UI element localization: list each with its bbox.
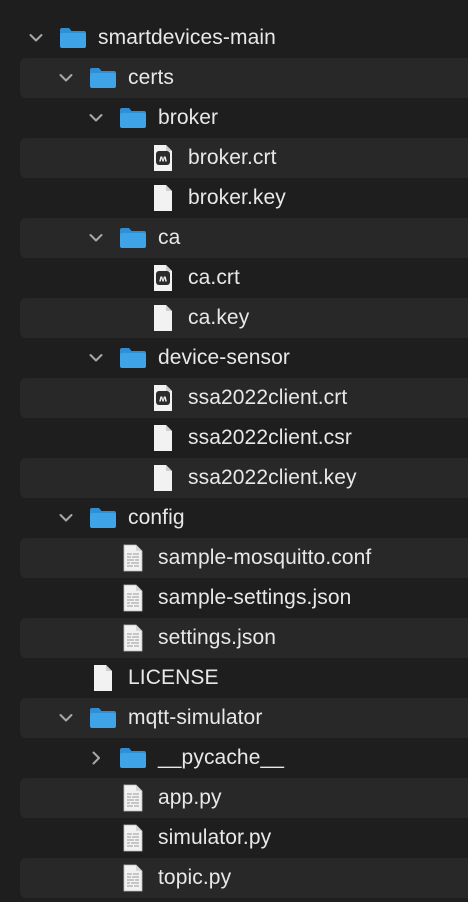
tree-file-row[interactable]: app.py	[0, 778, 468, 818]
certificate-icon: ʍ	[148, 263, 178, 293]
document-icon	[148, 423, 178, 453]
tree-file-row[interactable]: ʍ ca.crt	[0, 258, 468, 298]
tree-item-label: simulator.py	[158, 826, 272, 849]
text-file-icon	[118, 863, 148, 893]
chevron-down-icon[interactable]	[88, 110, 104, 126]
chevron-down-icon[interactable]	[58, 70, 74, 86]
folder-icon	[118, 103, 148, 133]
folder-icon	[88, 63, 118, 93]
certificate-icon: ʍ	[148, 383, 178, 413]
tree-folder-row[interactable]: mqtt-simulator	[0, 698, 468, 738]
chevron-down-icon[interactable]	[88, 350, 104, 366]
tree-file-row[interactable]: ssa2022client.key	[0, 458, 468, 498]
tree-item-label: ssa2022client.csr	[188, 426, 352, 449]
tree-file-row[interactable]: settings.json	[0, 618, 468, 658]
tree-file-row[interactable]: sample-mosquitto.conf	[0, 538, 468, 578]
tree-item-label: mqtt-simulator	[128, 706, 263, 729]
tree-file-row[interactable]: ca.key	[0, 298, 468, 338]
tree-file-row[interactable]: topic.py	[0, 858, 468, 898]
tree-item-label: ca	[158, 226, 181, 249]
tree-item-label: topic.py	[158, 866, 232, 889]
folder-icon	[118, 223, 148, 253]
tree-folder-row[interactable]: broker	[0, 98, 468, 138]
folder-icon	[88, 503, 118, 533]
tree-item-label: sample-mosquitto.conf	[158, 546, 372, 569]
chevron-down-icon[interactable]	[88, 230, 104, 246]
tree-item-label: __pycache__	[158, 746, 285, 769]
tree-item-label: LICENSE	[128, 666, 219, 689]
folder-icon	[118, 743, 148, 773]
tree-file-row[interactable]: simulator.py	[0, 818, 468, 858]
document-icon	[148, 183, 178, 213]
chevron-right-icon[interactable]	[88, 750, 104, 766]
tree-file-row[interactable]: LICENSE	[0, 658, 468, 698]
tree-folder-row[interactable]: config	[0, 498, 468, 538]
tree-folder-row[interactable]: ca	[0, 218, 468, 258]
tree-item-label: config	[128, 506, 185, 529]
tree-file-row[interactable]: broker.key	[0, 178, 468, 218]
document-icon	[88, 663, 118, 693]
tree-folder-row[interactable]: smartdevices-main	[0, 18, 468, 58]
tree-item-label: app.py	[158, 786, 222, 809]
tree-folder-row[interactable]: certs	[0, 58, 468, 98]
tree-item-label: broker	[158, 106, 219, 129]
svg-text:ʍ: ʍ	[159, 275, 167, 285]
folder-icon	[58, 23, 88, 53]
tree-file-row[interactable]: ssa2022client.csr	[0, 418, 468, 458]
text-file-icon	[118, 583, 148, 613]
svg-text:ʍ: ʍ	[159, 395, 167, 405]
tree-item-label: certs	[128, 66, 175, 89]
chevron-down-icon[interactable]	[28, 30, 44, 46]
tree-folder-row[interactable]: device-sensor	[0, 338, 468, 378]
tree-folder-row[interactable]: __pycache__	[0, 738, 468, 778]
file-tree: smartdevices-main certs broker ʍ broker.…	[0, 0, 468, 902]
tree-file-row[interactable]: sample-settings.json	[0, 578, 468, 618]
tree-item-label: broker.key	[188, 186, 286, 209]
svg-text:ʍ: ʍ	[159, 155, 167, 165]
certificate-icon: ʍ	[148, 143, 178, 173]
tree-item-label: ssa2022client.crt	[188, 386, 348, 409]
folder-icon	[88, 703, 118, 733]
text-file-icon	[118, 823, 148, 853]
tree-item-label: broker.crt	[188, 146, 277, 169]
tree-item-label: settings.json	[158, 626, 277, 649]
folder-icon	[118, 343, 148, 373]
tree-item-label: ssa2022client.key	[188, 466, 357, 489]
chevron-down-icon[interactable]	[58, 510, 74, 526]
tree-item-label: sample-settings.json	[158, 586, 352, 609]
tree-item-label: ca.key	[188, 306, 250, 329]
text-file-icon	[118, 623, 148, 653]
chevron-down-icon[interactable]	[58, 710, 74, 726]
text-file-icon	[118, 543, 148, 573]
text-file-icon	[118, 783, 148, 813]
tree-item-label: device-sensor	[158, 346, 291, 369]
tree-file-row[interactable]: ʍ broker.crt	[0, 138, 468, 178]
document-icon	[148, 463, 178, 493]
document-icon	[148, 303, 178, 333]
tree-file-row[interactable]: ʍ ssa2022client.crt	[0, 378, 468, 418]
tree-item-label: smartdevices-main	[98, 26, 276, 49]
tree-item-label: ca.crt	[188, 266, 240, 289]
